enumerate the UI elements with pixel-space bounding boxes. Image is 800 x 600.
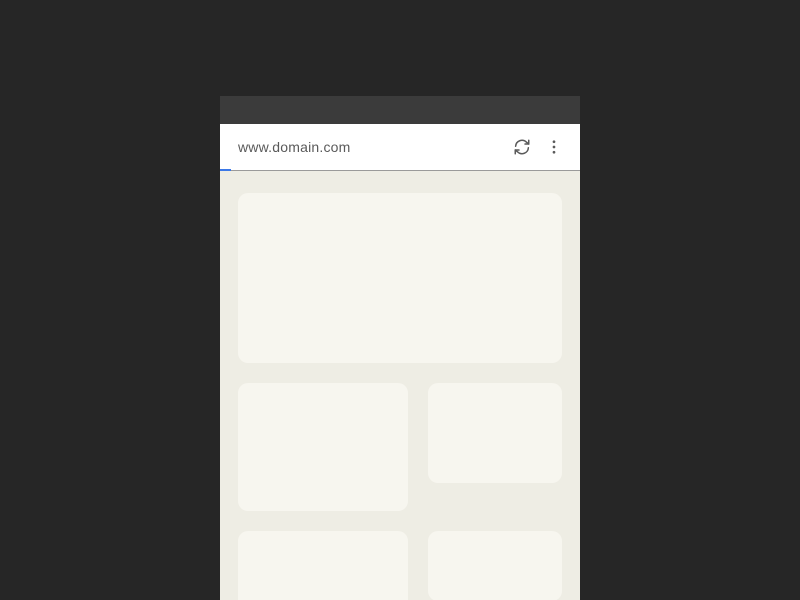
refresh-icon[interactable] bbox=[510, 135, 534, 159]
address-bar: www.domain.com bbox=[220, 124, 580, 171]
content-card bbox=[238, 383, 408, 511]
content-card bbox=[238, 193, 562, 363]
page-content[interactable] bbox=[220, 171, 580, 600]
page-load-progress bbox=[220, 169, 231, 171]
more-vert-icon[interactable] bbox=[542, 135, 566, 159]
mobile-browser-frame: www.domain.com bbox=[220, 96, 580, 600]
content-card bbox=[428, 531, 562, 600]
content-card bbox=[428, 383, 562, 483]
status-bar bbox=[220, 96, 580, 124]
url-field[interactable]: www.domain.com bbox=[238, 139, 502, 155]
content-card bbox=[238, 531, 408, 600]
